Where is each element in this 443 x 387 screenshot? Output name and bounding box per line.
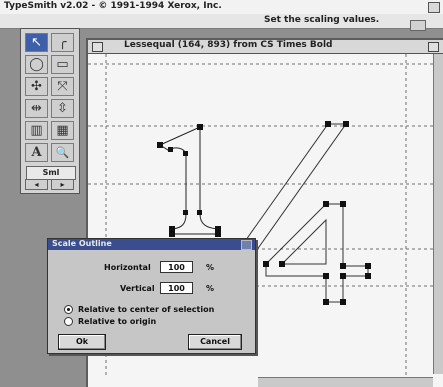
glyph-window-zoom-button[interactable] — [428, 42, 439, 52]
one-path — [158, 126, 219, 235]
previous-arrow-icon[interactable]: ◂ — [25, 179, 48, 190]
rotate-tool-icon[interactable]: ✣ — [25, 77, 48, 96]
status-bar: Set the scaling values. — [0, 14, 443, 50]
dialog-close-button[interactable] — [241, 240, 252, 250]
glyph-window-title: Lessequal (164, 893) from CS Times Bold — [124, 40, 333, 50]
slash-edge-left — [235, 123, 329, 255]
flip-vertical-tool-icon[interactable]: ⇳ — [51, 99, 74, 118]
anchor-point[interactable] — [263, 261, 269, 267]
vertical-scrollbar[interactable] — [433, 54, 443, 374]
anchor-point[interactable] — [183, 151, 188, 156]
slash-edge-right — [253, 123, 347, 255]
status-box-left — [410, 20, 426, 31]
mirror-tool-icon[interactable]: ▦ — [51, 121, 74, 140]
text-tool-icon[interactable]: A — [25, 143, 48, 162]
app-title: TypeSmith v2.02 - © 1991-1994 Xerox, Inc… — [4, 1, 222, 11]
relative-origin-label: Relative to origin — [78, 317, 157, 326]
ellipse-tool-icon[interactable]: ◯ — [25, 55, 48, 74]
glyph-one-outline — [158, 126, 219, 235]
anchor-point[interactable] — [157, 142, 163, 148]
anchor-point[interactable] — [323, 273, 329, 279]
pointer-tool-icon[interactable]: ↖ — [25, 33, 48, 52]
flip-horizontal-tool-icon[interactable]: ⇹ — [25, 99, 48, 118]
vertical-label: Vertical — [120, 284, 155, 293]
anchor-point[interactable] — [365, 263, 371, 269]
glyph-window-title-bar: Lessequal (164, 893) from CS Times Bold — [88, 40, 443, 54]
anchor-point[interactable] — [169, 231, 175, 237]
point-size-label: Sml — [26, 166, 76, 180]
magnify-tool-icon[interactable]: 🔍 — [51, 143, 74, 162]
anchor-point[interactable] — [323, 299, 329, 305]
glyph-slash-outline — [235, 123, 347, 255]
horizontal-label: Horizontal — [104, 263, 151, 272]
anchor-point[interactable] — [340, 263, 346, 269]
anchor-point[interactable] — [365, 273, 371, 279]
glyph-window-close-button[interactable] — [92, 42, 103, 52]
anchor-point[interactable] — [197, 210, 202, 215]
anchor-point[interactable] — [197, 124, 203, 130]
horizontal-scrollbar[interactable] — [258, 377, 433, 387]
cancel-button[interactable]: Cancel — [188, 334, 242, 350]
tool-palette: ↖ ╭ ◯ ▭ ✣ ⤧ ⇹ ⇳ ▥ ▦ A 🔍 Sml ◂ ▸ — [20, 28, 80, 194]
rectangle-tool-icon[interactable]: ▭ — [51, 55, 74, 74]
anchor-point[interactable] — [340, 273, 346, 279]
anchor-point[interactable] — [340, 299, 346, 305]
skew-tool-icon[interactable]: ▥ — [25, 121, 48, 140]
anchor-point[interactable] — [215, 231, 221, 237]
vertical-unit: % — [206, 284, 215, 293]
typesmith-screen: TypeSmith v2.02 - © 1991-1994 Xerox, Inc… — [0, 0, 443, 387]
glyph-one-points — [157, 124, 221, 237]
vertical-scale-input[interactable]: 100 — [160, 282, 193, 294]
anchor-point[interactable] — [168, 147, 173, 152]
anchor-point[interactable] — [340, 201, 346, 207]
relative-origin-radio[interactable] — [64, 317, 73, 326]
anchor-point[interactable] — [343, 121, 349, 127]
status-message: Set the scaling values. — [264, 15, 380, 25]
ok-button[interactable]: Ok — [58, 334, 106, 350]
glyph-four-outline — [265, 203, 369, 303]
four-path — [265, 203, 369, 303]
scale-tool-icon[interactable]: ⤧ — [51, 77, 74, 96]
dialog-title: Scale Outline — [52, 239, 112, 248]
app-title-bar: TypeSmith v2.02 - © 1991-1994 Xerox, Inc… — [0, 0, 443, 15]
anchor-point[interactable] — [279, 261, 285, 267]
horizontal-unit: % — [206, 263, 215, 272]
next-arrow-icon[interactable]: ▸ — [51, 179, 74, 190]
anchor-point[interactable] — [183, 210, 188, 215]
pen-tool-icon[interactable]: ╭ — [51, 33, 74, 52]
anchor-point[interactable] — [325, 121, 331, 127]
anchor-point[interactable] — [323, 201, 329, 207]
scale-outline-dialog: Scale Outline Horizontal 100 % Vertical … — [47, 238, 256, 354]
glyph-four-points — [263, 201, 371, 305]
app-close-button[interactable] — [428, 2, 440, 13]
dialog-title-bar: Scale Outline — [48, 239, 255, 250]
relative-center-radio[interactable] — [64, 305, 73, 314]
status-indicators — [409, 16, 441, 50]
horizontal-scale-input[interactable]: 100 — [160, 261, 193, 273]
relative-center-label: Relative to center of selection — [78, 305, 215, 314]
